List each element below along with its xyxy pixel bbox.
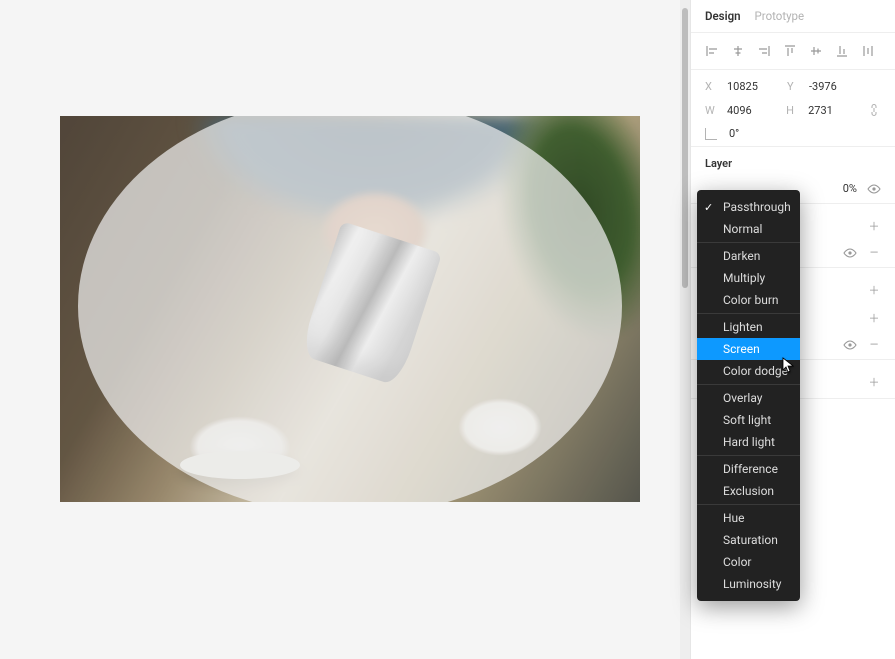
check-icon: ✓ [704, 201, 713, 214]
blend-mode-option[interactable]: Soft light [697, 409, 800, 431]
w-label: W [705, 104, 719, 117]
remove-fill-icon[interactable]: — [867, 246, 881, 259]
canvas[interactable] [0, 0, 690, 659]
blend-mode-option[interactable]: Exclusion [697, 480, 800, 502]
remove-icon[interactable]: — [867, 338, 881, 351]
layer-heading: Layer [705, 157, 881, 178]
align-right-icon[interactable] [753, 41, 775, 61]
tab-prototype[interactable]: Prototype [755, 9, 805, 23]
align-toolbar [691, 33, 895, 70]
placed-image [60, 116, 640, 502]
rotation-value[interactable]: 0° [729, 127, 739, 140]
blend-mode-option[interactable]: Color burn [697, 289, 800, 311]
visibility-icon[interactable] [867, 184, 881, 194]
ellipse-shape[interactable] [78, 116, 622, 502]
panel-tabs: Design Prototype [691, 0, 895, 33]
blend-mode-option[interactable]: Normal [697, 218, 800, 240]
visibility-icon[interactable] [843, 340, 857, 350]
y-label: Y [787, 80, 801, 93]
add-icon[interactable]: ＋ [867, 310, 881, 326]
blend-mode-option[interactable]: Difference [697, 458, 800, 480]
blend-mode-option[interactable]: Luminosity [697, 573, 800, 595]
align-left-icon[interactable] [701, 41, 723, 61]
constrain-proportions-icon[interactable] [867, 103, 881, 117]
blend-mode-option[interactable]: Overlay [697, 387, 800, 409]
tab-design[interactable]: Design [705, 9, 741, 23]
x-label: X [705, 80, 719, 93]
rotation-icon [705, 128, 717, 140]
distribute-icon[interactable] [857, 41, 879, 61]
mouse-cursor-icon [782, 357, 794, 373]
canvas-scrollbar[interactable] [680, 0, 690, 659]
properties-panel: Design Prototype X 10825 Y -3976 W 4096 H 27… [690, 0, 895, 659]
blend-mode-option[interactable]: Darken [697, 245, 800, 267]
blend-mode-option[interactable]: Multiply [697, 267, 800, 289]
h-value[interactable]: 2731 [808, 104, 833, 117]
blend-mode-option[interactable]: Hue [697, 507, 800, 529]
align-vcenter-icon[interactable] [805, 41, 827, 61]
w-value[interactable]: 4096 [727, 104, 752, 117]
blend-mode-option[interactable]: Hard light [697, 431, 800, 453]
y-value[interactable]: -3976 [809, 80, 837, 93]
x-value[interactable]: 10825 [727, 80, 758, 93]
align-hcenter-icon[interactable] [727, 41, 749, 61]
fill-visibility-icon[interactable] [843, 248, 857, 258]
add-stroke-icon[interactable]: ＋ [867, 282, 881, 298]
blend-mode-option[interactable]: Color [697, 551, 800, 573]
transform-section: X 10825 Y -3976 W 4096 H 2731 0° [691, 70, 895, 147]
align-bottom-icon[interactable] [831, 41, 853, 61]
blend-mode-dropdown[interactable]: Passthrough✓Normal DarkenMultiplyColor bu… [697, 190, 800, 601]
align-top-icon[interactable] [779, 41, 801, 61]
selected-frame[interactable] [60, 116, 640, 502]
h-label: H [786, 104, 800, 117]
blend-mode-option[interactable]: Saturation [697, 529, 800, 551]
add-effect-icon[interactable]: ＋ [867, 374, 881, 390]
blend-mode-option[interactable]: Lighten [697, 316, 800, 338]
add-fill-icon[interactable]: ＋ [867, 218, 881, 234]
blend-mode-option[interactable]: Passthrough✓ [697, 196, 800, 218]
layer-opacity[interactable]: 0% [843, 182, 857, 195]
scrollbar-thumb[interactable] [682, 8, 688, 288]
